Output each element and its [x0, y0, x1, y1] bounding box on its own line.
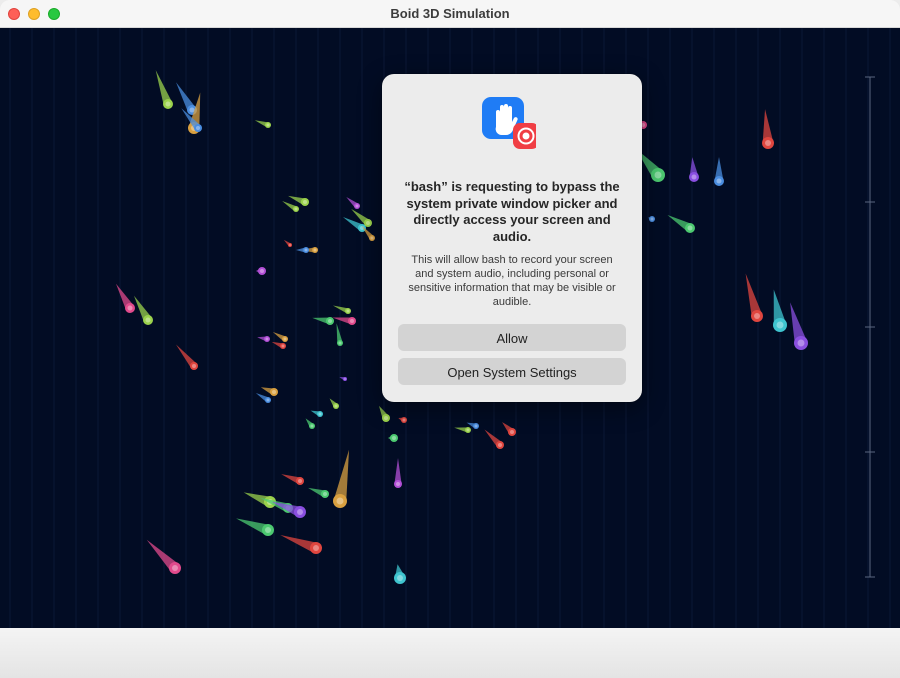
boid	[254, 120, 271, 128]
boid	[394, 458, 402, 488]
boid	[312, 317, 334, 325]
boid	[790, 302, 808, 350]
boid	[332, 317, 356, 325]
allow-button[interactable]: Allow	[398, 324, 626, 351]
boid	[176, 344, 198, 370]
boid	[502, 422, 516, 436]
boid	[257, 336, 270, 342]
boid	[346, 197, 360, 209]
boid	[361, 225, 375, 241]
boid	[256, 267, 266, 275]
boid	[329, 398, 339, 409]
boid	[667, 215, 695, 233]
screen-recording-privacy-icon	[482, 97, 536, 149]
boid	[308, 487, 329, 498]
boid	[255, 393, 271, 403]
boid	[714, 157, 724, 186]
boid	[339, 376, 347, 381]
window-title: Boid 3D Simulation	[390, 6, 510, 21]
boid	[388, 434, 398, 442]
boid	[116, 283, 135, 313]
boid	[280, 535, 322, 554]
boid	[134, 295, 153, 325]
boid	[260, 387, 278, 396]
boid	[333, 449, 350, 508]
open-system-settings-button[interactable]: Open System Settings	[398, 358, 626, 385]
boid	[296, 247, 309, 253]
boid	[236, 518, 274, 536]
boid	[394, 564, 406, 584]
boid	[283, 239, 292, 247]
app-window: Boid 3D Simulation “bash” is requesting …	[0, 0, 900, 678]
boid	[272, 332, 288, 342]
boid	[689, 157, 699, 182]
boid	[648, 216, 655, 222]
permission-dialog: “bash” is requesting to bypass the syste…	[382, 74, 642, 402]
boid	[305, 418, 315, 429]
dialog-message: This will allow bash to record your scre…	[408, 254, 616, 308]
boid	[745, 273, 763, 322]
title-bar: Boid 3D Simulation	[0, 0, 900, 28]
bottom-panel	[0, 628, 900, 678]
boid	[281, 474, 304, 485]
dialog-heading: “bash” is requesting to bypass the syste…	[404, 179, 620, 244]
boid	[762, 109, 774, 149]
boid	[454, 427, 471, 433]
boid	[332, 305, 351, 314]
boid	[310, 410, 323, 417]
boid	[398, 417, 407, 423]
